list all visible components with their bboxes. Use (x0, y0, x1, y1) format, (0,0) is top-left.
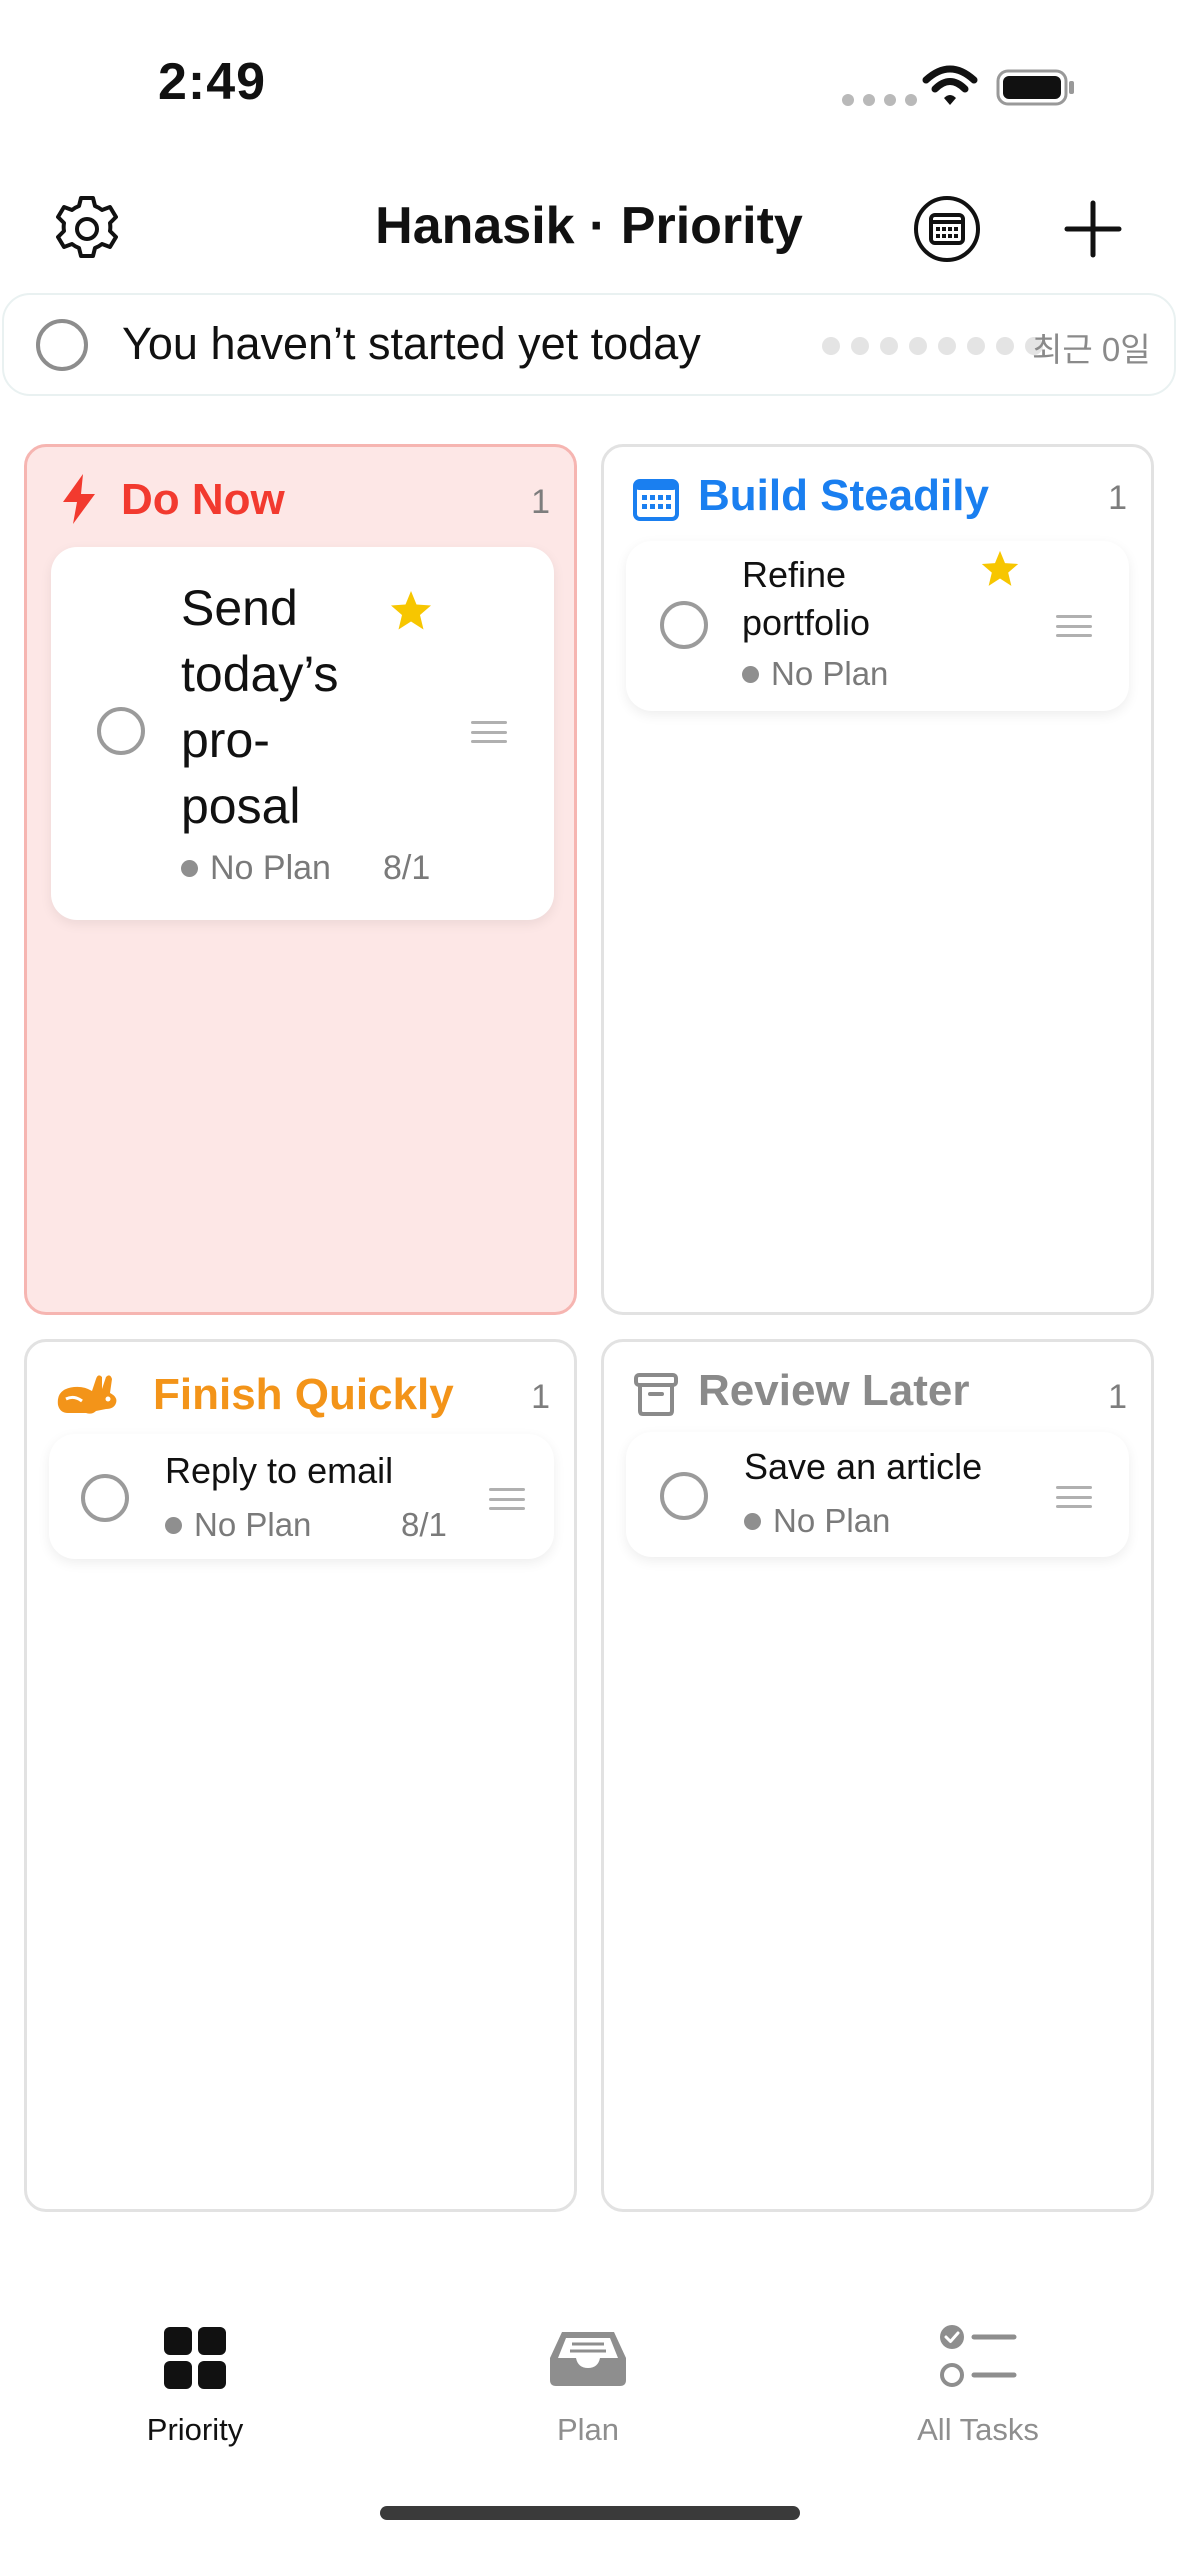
bolt-icon (53, 473, 105, 525)
task-plan: No Plan (742, 655, 888, 693)
task-checkbox[interactable] (660, 1472, 708, 1520)
task-title-line: Refine (742, 554, 847, 595)
progress-circle-icon (36, 319, 88, 371)
task-card[interactable]: Send today’s pro- posal No Plan 8/1 (51, 547, 554, 920)
plan-dot (744, 1512, 761, 1530)
quadrant-title: Review Later (698, 1366, 970, 1415)
task-date: 8/1 (383, 849, 431, 887)
tab-label: All Tasks (917, 2412, 1039, 2447)
quadrant-do-now[interactable]: Do Now 1 Send today’s pro- posal No Plan… (24, 444, 577, 1315)
tab-plan[interactable]: Plan (488, 2318, 688, 2458)
streak-dots (822, 337, 1043, 355)
tab-all-tasks[interactable]: All Tasks (878, 2318, 1078, 2458)
quadrant-title: Do Now (121, 475, 285, 524)
page-title: Hanasik · Priority (375, 197, 803, 255)
plan-label: No Plan (771, 655, 889, 692)
status-time: 2:49 (158, 53, 267, 111)
rabbit-icon (51, 1368, 121, 1420)
plan-dot (165, 1516, 182, 1534)
quadrant-count: 1 (531, 483, 550, 521)
task-title-line: Send (181, 580, 298, 636)
wifi-icon (922, 65, 978, 105)
calendar-grid-icon (630, 473, 682, 525)
streak-label: 최근 0일 (1032, 331, 1151, 368)
task-checkbox[interactable] (660, 601, 708, 649)
task-title: Send today’s pro- posal (181, 575, 339, 839)
drag-handle-icon[interactable] (471, 721, 507, 743)
tab-label: Plan (556, 2412, 620, 2447)
plan-dot (742, 665, 759, 683)
quadrant-count: 1 (531, 1378, 550, 1416)
plus-icon (1064, 200, 1122, 258)
quadrant-build-steadily[interactable]: Build Steadily 1 Refine portfolio No Pla… (601, 444, 1154, 1315)
task-title: Refine portfolio (742, 551, 870, 647)
drag-handle-icon[interactable] (489, 1488, 525, 1510)
quadrant-title: Finish Quickly (153, 1370, 454, 1419)
home-indicator (380, 2506, 800, 2520)
task-title: Reply to email (165, 1450, 394, 1491)
task-checkbox[interactable] (97, 707, 145, 755)
add-task-button[interactable] (1060, 196, 1126, 262)
quadrant-review-later[interactable]: Review Later 1 Save an article No Plan (601, 1339, 1154, 2212)
today-progress-banner[interactable]: You haven’t started yet today 최근 0일 (2, 293, 1176, 396)
tab-priority[interactable]: Priority (95, 2318, 295, 2458)
grid-icon (155, 2318, 235, 2398)
task-title: Save an article (744, 1446, 983, 1487)
task-title-line: pro- (181, 712, 270, 768)
task-date: 8/1 (401, 1506, 447, 1543)
star-icon[interactable] (389, 589, 433, 633)
star-icon[interactable] (980, 549, 1020, 589)
plan-label: No Plan (210, 849, 331, 887)
cellular-signal-icon (842, 94, 917, 106)
calendar-icon (914, 196, 980, 262)
banner-message: You haven’t started yet today (122, 318, 701, 369)
archive-icon (630, 1368, 682, 1420)
battery-icon (996, 69, 1074, 106)
drag-handle-icon[interactable] (1056, 1486, 1092, 1508)
calendar-button[interactable] (910, 192, 984, 266)
tab-label: Priority (146, 2412, 244, 2447)
task-checkbox[interactable] (81, 1474, 129, 1522)
plan-dot (181, 860, 198, 877)
plan-label: No Plan (773, 1502, 891, 1539)
drag-handle-icon[interactable] (1056, 615, 1092, 637)
checklist-icon (938, 2318, 1018, 2398)
task-card[interactable]: Refine portfolio No Plan (626, 541, 1129, 711)
quadrant-finish-quickly[interactable]: Finish Quickly 1 Reply to email No Plan … (24, 1339, 577, 2212)
inbox-icon (548, 2318, 628, 2398)
task-title-line: posal (181, 778, 301, 834)
quadrant-count: 1 (1108, 479, 1127, 517)
task-card[interactable]: Reply to email No Plan 8/1 (49, 1434, 554, 1559)
quadrant-title: Build Steadily (698, 471, 989, 520)
task-plan: No Plan (165, 1506, 311, 1544)
task-title-line: today’s (181, 646, 339, 702)
task-card[interactable]: Save an article No Plan (626, 1432, 1129, 1557)
task-title-line: portfolio (742, 602, 871, 643)
task-plan: No Plan (744, 1502, 890, 1540)
task-plan: No Plan (181, 849, 331, 888)
plan-label: No Plan (194, 1506, 312, 1543)
quadrant-count: 1 (1108, 1378, 1127, 1416)
